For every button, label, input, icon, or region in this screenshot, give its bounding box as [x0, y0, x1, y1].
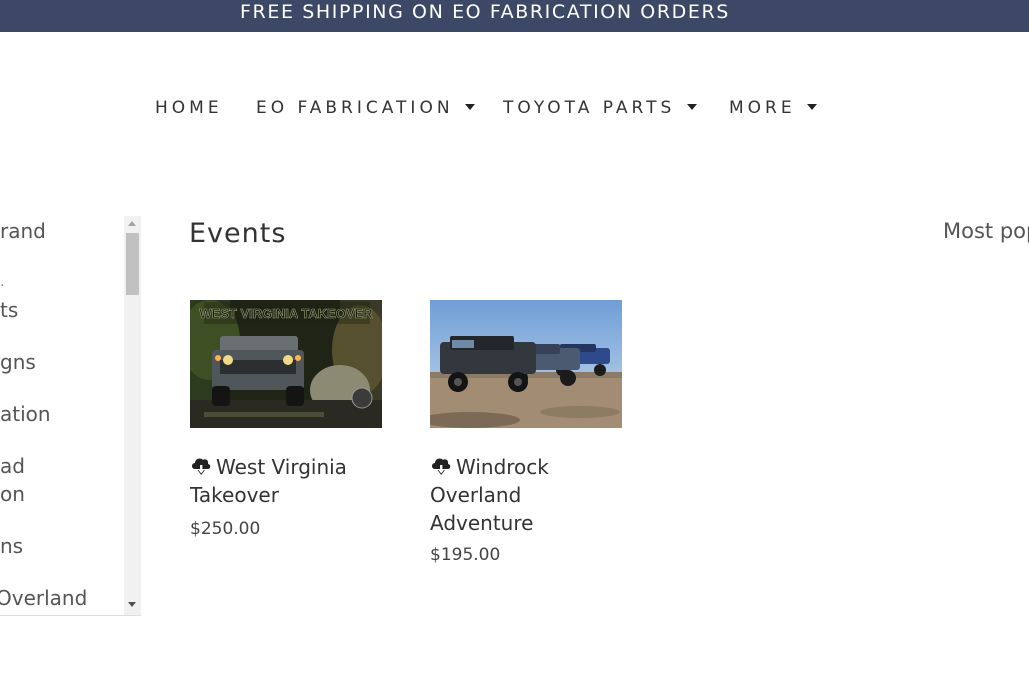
- nav-item-eo-fabrication[interactable]: EO FABRICATION: [256, 96, 475, 120]
- nav-item-toyota-parts[interactable]: TOYOTA PARTS: [503, 96, 697, 120]
- nav-item-label: EO FABRICATION: [256, 98, 454, 118]
- banner-text: FREE SHIPPING ON EO FABRICATION ORDERS: [240, 1, 730, 23]
- nav-item-label: HOME: [155, 98, 223, 118]
- nav-item-home[interactable]: HOME: [155, 96, 223, 120]
- nav-item-more[interactable]: MORE: [729, 96, 818, 120]
- scroll-down-arrow-icon[interactable]: [128, 602, 136, 607]
- download-cloud-icon: [432, 458, 451, 475]
- sidebar-item-cutoff-line: .: [0, 274, 5, 290]
- download-cloud-icon: [192, 458, 211, 475]
- scroll-up-arrow-icon[interactable]: [128, 221, 136, 226]
- top-banner: FREE SHIPPING ON EO FABRICATION ORDERS: [0, 0, 1029, 32]
- sidebar-item[interactable]: . ts: [0, 268, 18, 324]
- sort-dropdown[interactable]: Most pop: [943, 219, 1029, 243]
- product-price: $195.00: [430, 545, 501, 565]
- product-card[interactable]: WEST VIRGINIA TAKEOVER West Virginia Tak…: [190, 300, 382, 550]
- product-image[interactable]: [430, 300, 622, 428]
- sidebar-item[interactable]: gns: [0, 348, 36, 376]
- nav-item-label: TOYOTA PARTS: [503, 98, 676, 118]
- nav-item-label: MORE: [729, 98, 796, 118]
- scrollbar-thumb[interactable]: [126, 233, 139, 295]
- product-price: $250.00: [190, 519, 261, 539]
- product-image[interactable]: WEST VIRGINIA TAKEOVER: [190, 300, 382, 428]
- caret-down-icon: [464, 104, 475, 110]
- product-title: West Virginia Takeover: [190, 455, 347, 507]
- product-title-link[interactable]: Windrock Overland Adventure: [430, 453, 622, 537]
- sidebar-item[interactable]: ad on: [0, 452, 25, 508]
- page-title: Events: [189, 218, 287, 249]
- sidebar-item[interactable]: ns: [0, 532, 23, 560]
- caret-down-icon: [686, 104, 697, 110]
- image-caption: WEST VIRGINIA TAKEOVER: [199, 306, 373, 321]
- sidebar-scrollbar[interactable]: [124, 216, 141, 615]
- product-title-link[interactable]: West Virginia Takeover: [190, 453, 382, 509]
- category-sidebar: rand . ts gns ation ad on ns Overland: [0, 216, 141, 616]
- sidebar-item[interactable]: ation: [0, 400, 51, 428]
- main-nav: HOME EO FABRICATION TOYOTA PARTS MORE: [0, 96, 1029, 122]
- product-card[interactable]: Windrock Overland Adventure $195.00: [430, 300, 622, 570]
- sidebar-item[interactable]: Overland: [0, 584, 87, 612]
- caret-down-icon: [807, 104, 818, 110]
- sidebar-item[interactable]: rand: [0, 217, 46, 245]
